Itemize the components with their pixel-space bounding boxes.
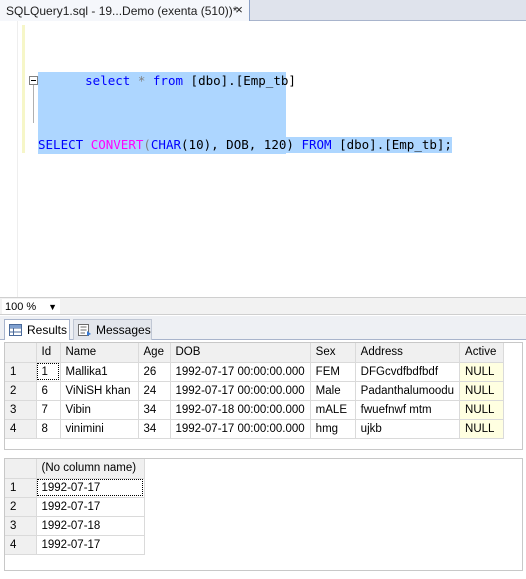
- results-grid-2[interactable]: (No column name) 1 1992-07-17 2 1992-07-…: [4, 458, 523, 571]
- column-header[interactable]: DOB: [170, 343, 311, 363]
- code-line-2: SELECT CONVERT(CHAR(10), DOB, 120) FROM …: [38, 137, 452, 153]
- column-header[interactable]: Address: [355, 343, 461, 363]
- row-number[interactable]: 3: [5, 516, 37, 536]
- results-tab-strip: Results Messages: [0, 316, 526, 340]
- row-number[interactable]: 2: [5, 381, 37, 401]
- close-icon[interactable]: ×: [232, 3, 246, 17]
- row-number[interactable]: 4: [5, 419, 37, 439]
- cell[interactable]: Padanthalumoodu: [355, 381, 461, 401]
- table-row[interactable]: 3 1992-07-18: [5, 516, 145, 536]
- document-tab-strip: SQLQuery1.sql - 19...Demo (exenta (510))…: [0, 0, 526, 21]
- cell[interactable]: 1: [36, 362, 61, 382]
- table-row[interactable]: 4 8 vinimini 34 1992-07-17 00:00:00.000 …: [5, 419, 505, 439]
- paren-open: (: [143, 137, 151, 152]
- keyword-char: CHAR: [150, 137, 182, 152]
- null-cell[interactable]: NULL: [459, 362, 505, 382]
- null-cell[interactable]: NULL: [459, 419, 505, 439]
- table-row[interactable]: 3 7 Vibin 34 1992-07-18 00:00:00.000 mAL…: [5, 400, 505, 420]
- table-row[interactable]: 2 6 ViNiSH khan 24 1992-07-17 00:00:00.0…: [5, 381, 505, 401]
- cell[interactable]: 34: [138, 400, 171, 420]
- keyword-select: select: [85, 73, 131, 88]
- cell[interactable]: 24: [138, 381, 171, 401]
- cell[interactable]: 1992-07-17: [36, 535, 145, 555]
- zoom-bar: 100 % ▼: [0, 297, 526, 315]
- cell[interactable]: 7: [36, 400, 61, 420]
- table-row[interactable]: 4 1992-07-17: [5, 535, 145, 555]
- table-name: [dbo].[Emp_tb]: [190, 73, 296, 88]
- cell[interactable]: FEM: [310, 362, 356, 382]
- zoom-value: 100 %: [5, 300, 37, 313]
- cell[interactable]: 1992-07-18: [36, 516, 145, 536]
- tab-results[interactable]: Results: [4, 319, 70, 340]
- cell[interactable]: 1992-07-17: [36, 497, 145, 517]
- corner-cell[interactable]: [5, 459, 37, 479]
- column-header[interactable]: Id: [36, 343, 61, 363]
- row-number[interactable]: 1: [5, 478, 37, 498]
- cell[interactable]: 26: [138, 362, 171, 382]
- table-row[interactable]: 1 1 Mallika1 26 1992-07-17 00:00:00.000 …: [5, 362, 505, 382]
- cell[interactable]: 1992-07-18 00:00:00.000: [170, 400, 311, 420]
- cell[interactable]: 34: [138, 419, 171, 439]
- grid-icon: [9, 324, 22, 336]
- null-cell[interactable]: NULL: [459, 381, 505, 401]
- cell[interactable]: 1992-07-17 00:00:00.000: [170, 419, 311, 439]
- query-tab[interactable]: SQLQuery1.sql - 19...Demo (exenta (510))…: [0, 0, 250, 21]
- column-header[interactable]: Active: [459, 343, 505, 363]
- query-tab-title: SQLQuery1.sql - 19...Demo (exenta (510))…: [6, 3, 238, 18]
- cell[interactable]: Vibin: [60, 400, 139, 420]
- row-number[interactable]: 2: [5, 497, 37, 517]
- cell[interactable]: Mallika1: [60, 362, 139, 382]
- cell[interactable]: ujkb: [355, 419, 461, 439]
- results-table-2: (No column name) 1 1992-07-17 2 1992-07-…: [5, 459, 145, 555]
- collapse-outline-icon[interactable]: [29, 76, 38, 85]
- query-editor[interactable]: select * from [dbo].[Emp_tb] SELECT CONV…: [0, 21, 526, 297]
- tab-messages-label: Messages: [96, 323, 151, 337]
- null-cell[interactable]: NULL: [459, 400, 505, 420]
- results-grid-1[interactable]: Id Name Age DOB Sex Address Active 1 1 M…: [4, 342, 523, 450]
- cell[interactable]: hmg: [310, 419, 356, 439]
- keyword-from: from: [152, 73, 184, 88]
- cell[interactable]: DFGcvdfbdfbdf: [355, 362, 461, 382]
- corner-cell[interactable]: [5, 343, 37, 363]
- change-tracking-bar: [22, 25, 25, 153]
- function-convert: CONVERT: [90, 137, 144, 152]
- cell[interactable]: 1992-07-17 00:00:00.000: [170, 362, 311, 382]
- header-row: Id Name Age DOB Sex Address Active: [5, 343, 505, 363]
- results-pane: Id Name Age DOB Sex Address Active 1 1 M…: [0, 340, 526, 579]
- column-header[interactable]: Name: [60, 343, 139, 363]
- results-table-1: Id Name Age DOB Sex Address Active 1 1 M…: [5, 343, 505, 439]
- editor-vertical-scrollbar[interactable]: [509, 21, 526, 297]
- cell[interactable]: 1992-07-17: [36, 478, 145, 498]
- header-row: (No column name): [5, 459, 145, 479]
- tab-messages[interactable]: Messages: [73, 319, 152, 340]
- cell[interactable]: mALE: [310, 400, 356, 420]
- keyword-select-upper: SELECT: [38, 137, 84, 152]
- code-line-1: select * from [dbo].[Emp_tb]: [40, 73, 296, 89]
- column-header[interactable]: Sex: [310, 343, 356, 363]
- cell[interactable]: 6: [36, 381, 61, 401]
- row-number[interactable]: 1: [5, 362, 37, 382]
- table-row[interactable]: 2 1992-07-17: [5, 497, 145, 517]
- table-row[interactable]: 1 1992-07-17: [5, 478, 145, 498]
- cell[interactable]: 8: [36, 419, 61, 439]
- row-number[interactable]: 4: [5, 535, 37, 555]
- zoom-dropdown[interactable]: 100 % ▼: [2, 299, 60, 314]
- outline-guide: [33, 85, 34, 123]
- row-number[interactable]: 3: [5, 400, 37, 420]
- convert-args: (10), DOB, 120): [181, 137, 294, 152]
- message-icon: [78, 324, 91, 336]
- table-name-2: [dbo].[Emp_tb];: [339, 137, 452, 152]
- keyword-from-upper: FROM: [301, 137, 332, 152]
- cell[interactable]: Male: [310, 381, 356, 401]
- tab-results-label: Results: [27, 323, 68, 337]
- cell[interactable]: fwuefnwf mtm: [355, 400, 461, 420]
- column-header[interactable]: (No column name): [36, 459, 145, 479]
- chevron-down-icon[interactable]: ▼: [48, 302, 57, 312]
- editor-gutter: [0, 21, 18, 297]
- cell[interactable]: ViNiSH khan: [60, 381, 139, 401]
- cell[interactable]: vinimini: [60, 419, 139, 439]
- cell[interactable]: 1992-07-17 00:00:00.000: [170, 381, 311, 401]
- column-header[interactable]: Age: [138, 343, 171, 363]
